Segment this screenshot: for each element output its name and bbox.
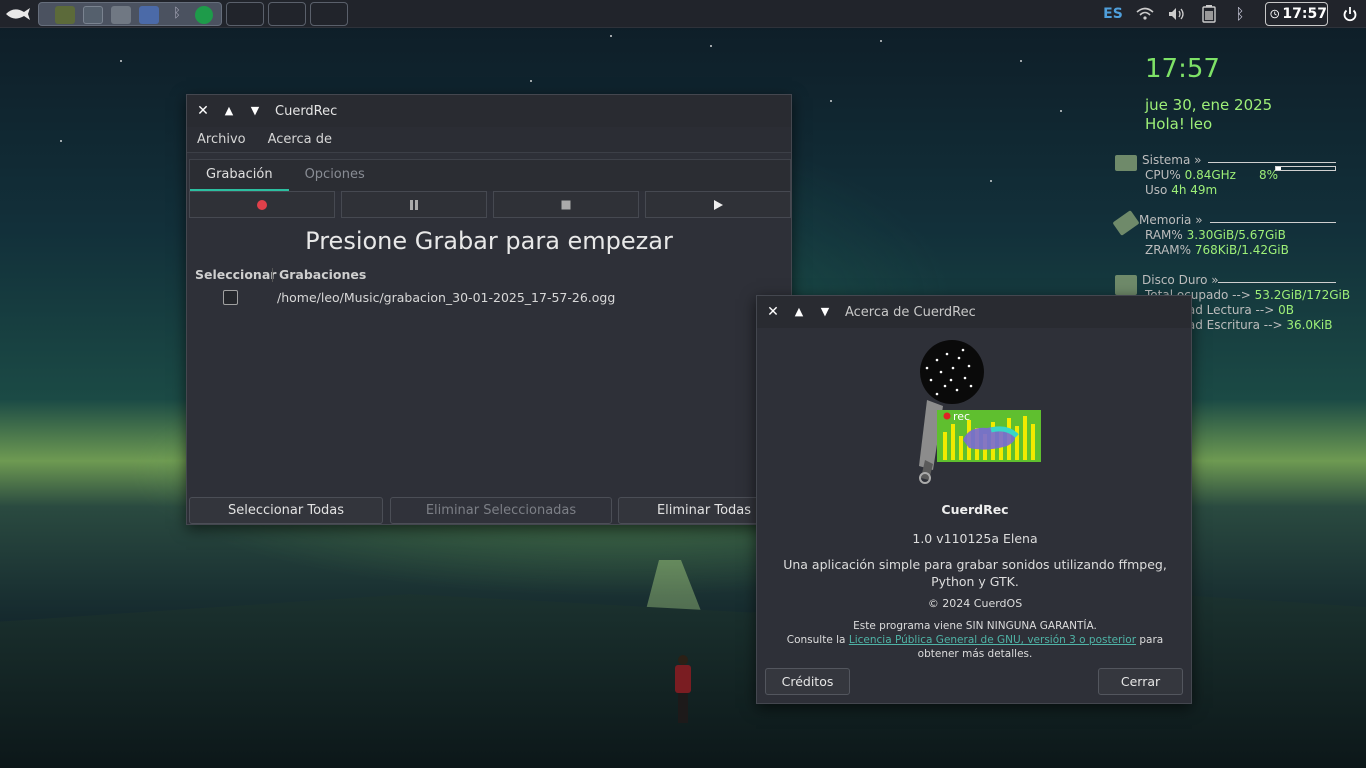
conky-time: 17:57 bbox=[1145, 54, 1220, 84]
clock-icon bbox=[1270, 9, 1279, 19]
workspace-3-button[interactable] bbox=[268, 2, 306, 26]
recording-path[interactable]: /home/leo/Music/grabacion_30-01-2025_17-… bbox=[277, 290, 615, 305]
about-copyright: © 2024 CuerdOS bbox=[927, 597, 1023, 610]
about-app-name: CuerdRec bbox=[941, 502, 1009, 517]
top-panel: ᛒ ES ᛒ 17:57 bbox=[0, 0, 1366, 28]
menubar: Archivo Acerca de bbox=[187, 127, 791, 153]
panel-clock[interactable]: 17:57 bbox=[1265, 2, 1328, 26]
workspace-4-button[interactable] bbox=[310, 2, 348, 26]
tab-grabacion[interactable]: Grabación bbox=[190, 160, 289, 191]
about-description: Una aplicación simple para grabar sonido… bbox=[783, 557, 1167, 589]
cuerdrec-window: ✕ ▲ ▼ CuerdRec Archivo Acerca de Grabaci… bbox=[186, 94, 792, 525]
close-icon[interactable]: ✕ bbox=[765, 304, 781, 320]
wifi-icon[interactable] bbox=[1134, 0, 1156, 28]
files-taskbar-icon[interactable] bbox=[139, 6, 159, 24]
cuerdrec-logo-icon: rec bbox=[919, 340, 1041, 484]
conky-date: jue 30, ene 2025 bbox=[1145, 96, 1273, 114]
play-button[interactable] bbox=[645, 191, 791, 218]
column-header-seleccionar[interactable]: Seleccionar bbox=[195, 267, 276, 282]
about-titlebar[interactable]: ✕ ▲ ▼ Acerca de CuerdRec bbox=[757, 296, 1191, 328]
workspace-2-button[interactable] bbox=[226, 2, 264, 26]
stop-icon bbox=[561, 200, 571, 209]
close-button[interactable]: Cerrar bbox=[1098, 668, 1183, 695]
about-license: Este programa viene SIN NINGUNA GARANTÍA… bbox=[786, 620, 1164, 660]
svg-text:rec: rec bbox=[953, 410, 970, 423]
conky-greeting: Hola! leo bbox=[1145, 115, 1213, 133]
window-taskbar-icon[interactable] bbox=[83, 6, 103, 24]
minimize-icon[interactable]: ▼ bbox=[247, 103, 263, 119]
wallpaper-figure bbox=[672, 655, 694, 725]
power-icon[interactable] bbox=[1338, 0, 1362, 28]
cuerdrec-taskbar-icon[interactable] bbox=[55, 6, 75, 24]
about-dialog: ✕ ▲ ▼ Acerca de CuerdRec rec CuerdRec 1.… bbox=[756, 295, 1192, 704]
volume-icon[interactable] bbox=[1166, 0, 1188, 28]
stop-button[interactable] bbox=[493, 191, 639, 218]
spotify-taskbar-icon[interactable] bbox=[195, 6, 213, 24]
bluetooth-icon[interactable]: ᛒ bbox=[1230, 0, 1250, 28]
record-icon bbox=[257, 199, 267, 210]
record-button[interactable] bbox=[189, 191, 335, 218]
recording-select-checkbox[interactable] bbox=[223, 290, 238, 305]
bluetooth-taskbar-icon[interactable]: ᛒ bbox=[167, 6, 187, 24]
editor-taskbar-icon[interactable] bbox=[111, 6, 131, 24]
delete-selected-button[interactable]: Eliminar Seleccionadas bbox=[390, 497, 612, 524]
hard-disk-icon bbox=[1115, 275, 1137, 295]
credits-button[interactable]: Créditos bbox=[765, 668, 850, 695]
column-header-grabaciones[interactable]: Grabaciones bbox=[279, 267, 366, 282]
tab-opciones[interactable]: Opciones bbox=[289, 160, 381, 191]
menu-acerca-de[interactable]: Acerca de bbox=[268, 132, 332, 147]
close-icon[interactable]: ✕ bbox=[195, 103, 211, 119]
battery-icon[interactable] bbox=[1198, 0, 1220, 28]
status-headline: Presione Grabar para empezar bbox=[305, 227, 673, 255]
conky-memory-section: Memoria » RAM% 3.30GiB/5.67GiB ZRAM% 768… bbox=[1110, 210, 1350, 263]
cuerdrec-titlebar[interactable]: ✕ ▲ ▼ CuerdRec bbox=[187, 95, 791, 127]
conky-system-section: Sistema » CPU% 0.84GHz 8% Uso 4h 49m bbox=[1110, 153, 1350, 203]
memory-stick-icon bbox=[1112, 210, 1140, 236]
taskbar-launchers: ᛒ bbox=[38, 2, 222, 26]
pause-button[interactable] bbox=[341, 191, 487, 218]
pause-icon bbox=[410, 199, 418, 210]
menu-archivo[interactable]: Archivo bbox=[197, 132, 246, 147]
maximize-icon[interactable]: ▲ bbox=[791, 304, 807, 320]
license-link[interactable]: Licencia Pública General de GNU, versión… bbox=[849, 634, 1136, 646]
minimize-icon[interactable]: ▼ bbox=[817, 304, 833, 320]
about-title: Acerca de CuerdRec bbox=[845, 304, 976, 320]
about-version: 1.0 v110125a Elena bbox=[912, 531, 1038, 546]
language-indicator[interactable]: ES bbox=[1100, 0, 1126, 28]
select-all-button[interactable]: Seleccionar Todas bbox=[189, 497, 383, 524]
maximize-icon[interactable]: ▲ bbox=[221, 103, 237, 119]
cpu-chip-icon bbox=[1115, 155, 1137, 171]
cpu-usage-bar bbox=[1275, 166, 1336, 171]
play-icon bbox=[714, 199, 723, 210]
app-menu-button[interactable] bbox=[4, 4, 32, 24]
panel-clock-time: 17:57 bbox=[1282, 6, 1327, 22]
fish-logo-icon bbox=[6, 8, 30, 20]
window-title: CuerdRec bbox=[275, 103, 338, 119]
tab-bar: Grabación Opciones bbox=[189, 159, 791, 191]
column-separator bbox=[272, 268, 273, 282]
